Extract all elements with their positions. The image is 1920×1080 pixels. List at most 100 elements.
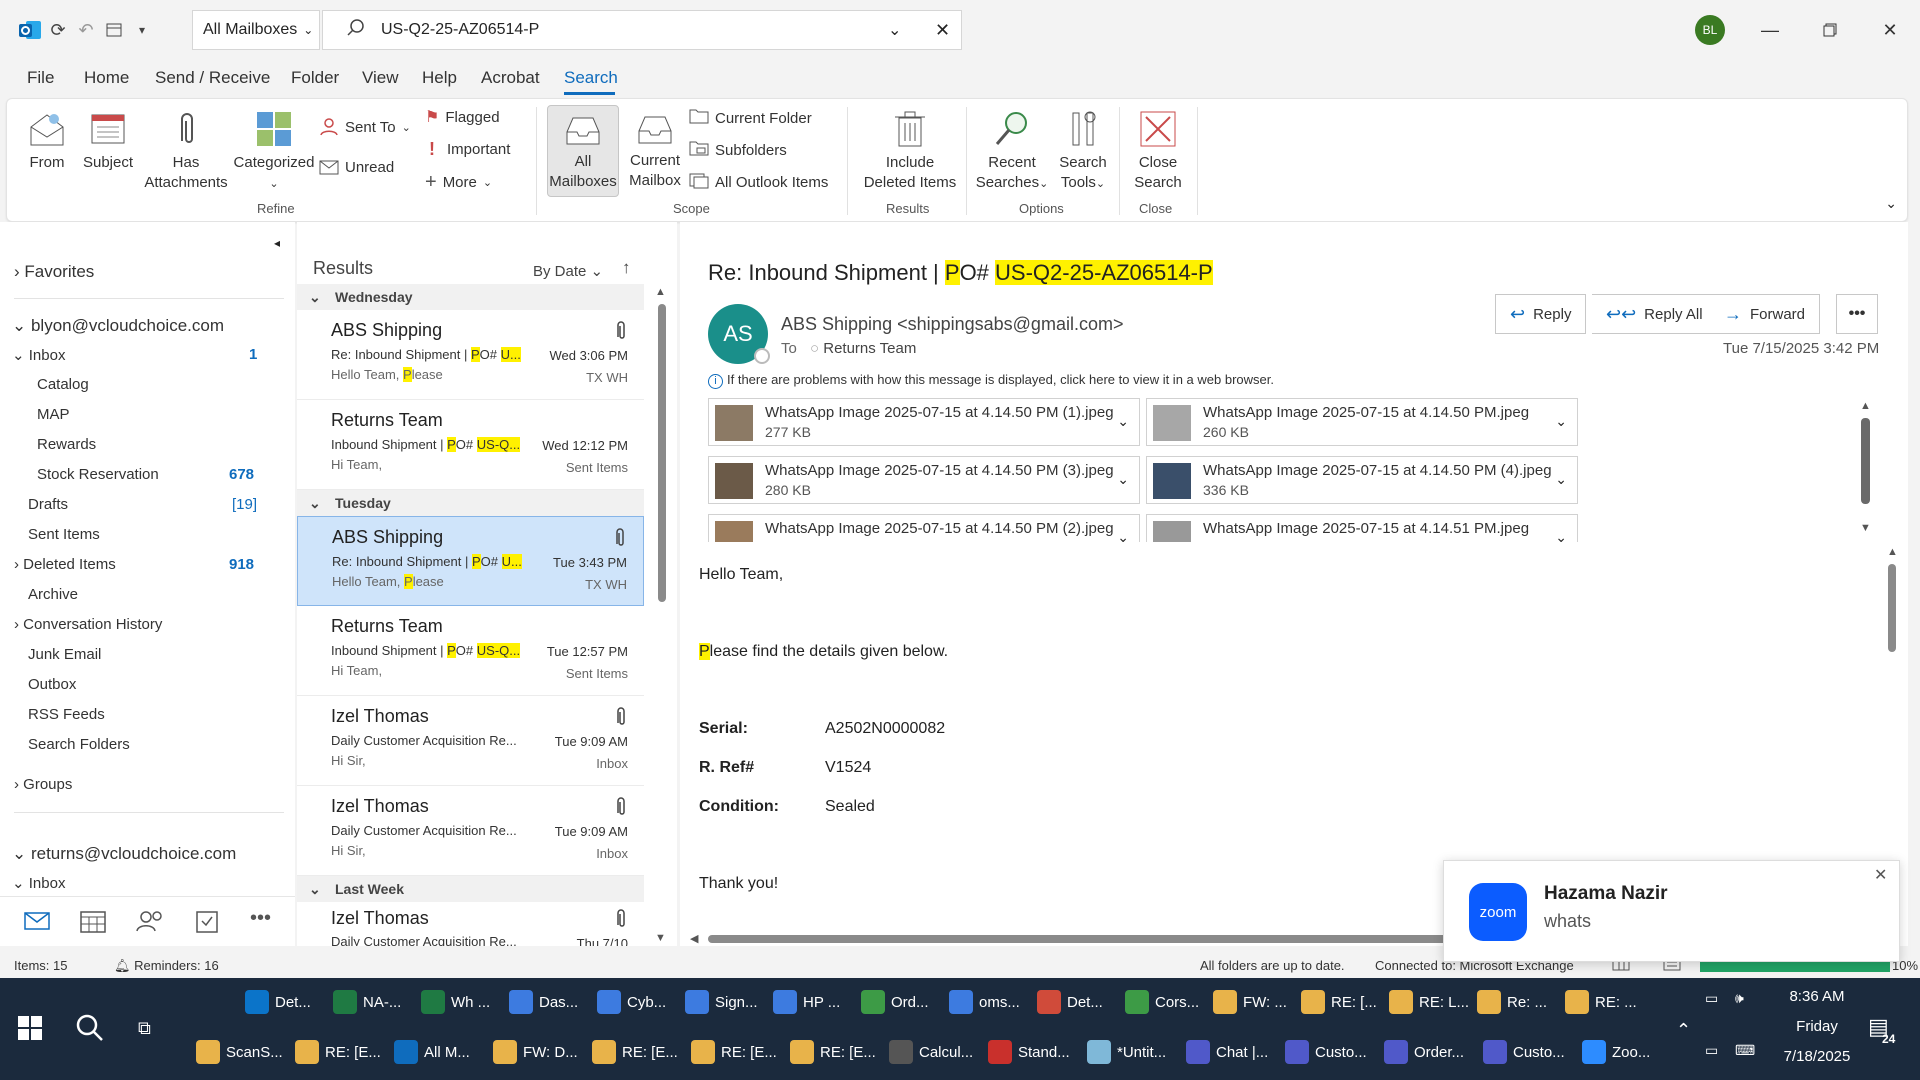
taskbar-app[interactable]: Wh ...: [421, 979, 490, 1025]
group-header[interactable]: ⌄ Wednesday: [297, 284, 644, 310]
minimize-icon[interactable]: —: [1755, 16, 1785, 44]
scroll-down-icon[interactable]: ▼: [655, 932, 666, 944]
info-bar[interactable]: i If there are problems with how this mes…: [708, 372, 1274, 389]
reply-button[interactable]: ↩ Reply: [1495, 294, 1587, 334]
mail-icon[interactable]: [24, 911, 50, 934]
folder-rewards[interactable]: Rewards: [37, 436, 96, 453]
menu-search[interactable]: Search: [564, 68, 618, 88]
current-mailbox-button[interactable]: Current Mailbox: [623, 109, 687, 191]
sender-address[interactable]: ABS Shipping <shippingsabs@gmail.com>: [781, 314, 1123, 335]
taskbar-app[interactable]: Stand...: [988, 1029, 1070, 1075]
list-item[interactable]: Returns Team Inbound Shipment | PO# US-Q…: [297, 606, 644, 696]
people-icon[interactable]: [136, 909, 164, 936]
folder-archive[interactable]: Archive: [28, 586, 78, 603]
taskbar-app[interactable]: HP ...: [773, 979, 840, 1025]
undo-icon[interactable]: ↶: [74, 18, 98, 42]
user-avatar[interactable]: BL: [1695, 15, 1725, 45]
folder-rss-feeds[interactable]: RSS Feeds: [28, 706, 105, 723]
taskbar-app[interactable]: RE: L...: [1389, 979, 1469, 1025]
from-button[interactable]: From: [27, 109, 67, 173]
attachments-scrollbar[interactable]: [1861, 418, 1870, 504]
calendar-icon[interactable]: [80, 909, 106, 936]
taskbar-app[interactable]: Custo...: [1483, 1029, 1565, 1075]
list-item[interactable]: Returns Team Inbound Shipment | PO# US-Q…: [297, 400, 644, 490]
scroll-up-icon[interactable]: ▲: [1887, 546, 1898, 558]
list-item[interactable]: Izel Thomas Daily Customer Acquisition R…: [297, 786, 644, 876]
recipient[interactable]: ○ Returns Team: [810, 340, 916, 357]
recent-searches-button[interactable]: Recent Searches⌄: [975, 109, 1049, 194]
scroll-left-icon[interactable]: ◀: [690, 932, 698, 945]
taskbar-app[interactable]: Calcul...: [889, 1029, 973, 1075]
body-scrollbar[interactable]: [1888, 564, 1896, 652]
folder-outbox[interactable]: Outbox: [28, 676, 76, 693]
expand-ribbon-icon[interactable]: ⌄: [1885, 195, 1897, 212]
chevron-down-icon[interactable]: ⌄: [1117, 471, 1129, 488]
chevron-down-icon[interactable]: ⌄: [1117, 529, 1129, 542]
list-item[interactable]: Izel Thomas Daily Customer Acquisition R…: [297, 696, 644, 786]
taskbar-app[interactable]: FW: D...: [493, 1029, 578, 1075]
taskbar-app[interactable]: RE: [E...: [295, 1029, 381, 1075]
window-icon[interactable]: [102, 18, 126, 42]
folder-search-folders[interactable]: Search Folders: [28, 736, 130, 753]
chevron-down-icon[interactable]: ⌄: [1117, 413, 1129, 430]
folder-sent-items[interactable]: Sent Items: [28, 526, 100, 543]
battery-icon[interactable]: ▭: [1705, 990, 1718, 1007]
scroll-down-icon[interactable]: ▼: [1860, 522, 1871, 534]
sent-to-button[interactable]: Sent To ⌄: [319, 117, 411, 137]
language-icon[interactable]: ⌨: [1735, 1042, 1755, 1059]
menu-folder[interactable]: Folder: [291, 68, 339, 88]
categorized-button[interactable]: Categorized ⌄: [227, 109, 321, 194]
important-button[interactable]: ! Important: [429, 139, 510, 160]
taskbar-app[interactable]: Re: ...: [1477, 979, 1547, 1025]
network-icon[interactable]: ▭: [1705, 1042, 1718, 1059]
subject-button[interactable]: Subject: [80, 109, 136, 173]
attachment[interactable]: WhatsApp Image 2025-07-15 at 4.14.50 PM …: [708, 398, 1140, 446]
more-button[interactable]: + More ⌄: [425, 171, 492, 194]
has-attachments-button[interactable]: Has Attachments: [141, 109, 231, 193]
search-icon[interactable]: [76, 1014, 104, 1045]
folder-map[interactable]: MAP: [37, 406, 70, 423]
list-item[interactable]: Izel Thomas Daily Customer Acquisition R…: [297, 902, 644, 946]
menu-file[interactable]: File: [27, 68, 54, 88]
taskbar-app[interactable]: oms...: [949, 979, 1020, 1025]
taskbar-app[interactable]: RE: [E...: [691, 1029, 777, 1075]
taskbar-app[interactable]: ScanS...: [196, 1029, 283, 1075]
taskbar-app[interactable]: Cyb...: [597, 979, 666, 1025]
taskbar-app[interactable]: NA-...: [333, 979, 401, 1025]
reminders[interactable]: 🔔︎ Reminders: 16: [114, 958, 219, 974]
search-input[interactable]: US-Q2-25-AZ06514-P: [381, 21, 539, 39]
taskbar-app[interactable]: Ord...: [861, 979, 929, 1025]
taskbar-app[interactable]: Custo...: [1285, 1029, 1367, 1075]
menu-acrobat[interactable]: Acrobat: [481, 68, 540, 88]
account-blyon[interactable]: ⌄ blyon@vcloudchoice.com: [12, 316, 224, 336]
taskbar-app[interactable]: Das...: [509, 979, 578, 1025]
sort-direction-icon[interactable]: ↑: [622, 258, 631, 278]
reply-all-button[interactable]: ↩↩ Reply All: [1592, 294, 1718, 334]
menu-help[interactable]: Help: [422, 68, 457, 88]
chevron-down-icon[interactable]: ⌄: [1555, 413, 1567, 430]
mailbox-scope-select[interactable]: All Mailboxes ⌄: [192, 10, 320, 50]
list-item[interactable]: ABS Shipping Re: Inbound Shipment | PO# …: [297, 310, 644, 400]
taskbar-app[interactable]: FW: ...: [1213, 979, 1287, 1025]
menu-send-receive[interactable]: Send / Receive: [155, 68, 270, 88]
taskbar-app[interactable]: Order...: [1384, 1029, 1464, 1075]
collapse-pane-icon[interactable]: ◂: [274, 236, 280, 250]
flagged-button[interactable]: ⚑ Flagged: [425, 107, 500, 127]
taskbar-app[interactable]: RE: [E...: [790, 1029, 876, 1075]
taskbar-app[interactable]: Det...: [1037, 979, 1103, 1025]
attachment[interactable]: WhatsApp Image 2025-07-15 at 4.14.50 PM …: [708, 514, 1140, 542]
folder-stock-reservation[interactable]: Stock Reservation: [37, 466, 159, 483]
show-hidden-icons-icon[interactable]: ⌃: [1676, 1020, 1691, 1041]
attachment[interactable]: WhatsApp Image 2025-07-15 at 4.14.50 PM.…: [1146, 398, 1578, 446]
close-icon[interactable]: ✕: [935, 20, 950, 41]
sync-icon[interactable]: ⟳: [46, 18, 70, 42]
close-search-button[interactable]: Close Search: [1127, 109, 1189, 193]
notification-center[interactable]: ▤ 24: [1868, 1014, 1895, 1046]
menu-view[interactable]: View: [362, 68, 399, 88]
taskbar-app[interactable]: Zoo...: [1582, 1029, 1650, 1075]
chevron-down-icon[interactable]: ⌄: [1555, 471, 1567, 488]
taskbar-app[interactable]: All M...: [394, 1029, 470, 1075]
more-apps-icon[interactable]: •••: [250, 907, 271, 930]
all-outlook-items-button[interactable]: All Outlook Items: [689, 171, 828, 193]
taskbar-app[interactable]: Sign...: [685, 979, 758, 1025]
